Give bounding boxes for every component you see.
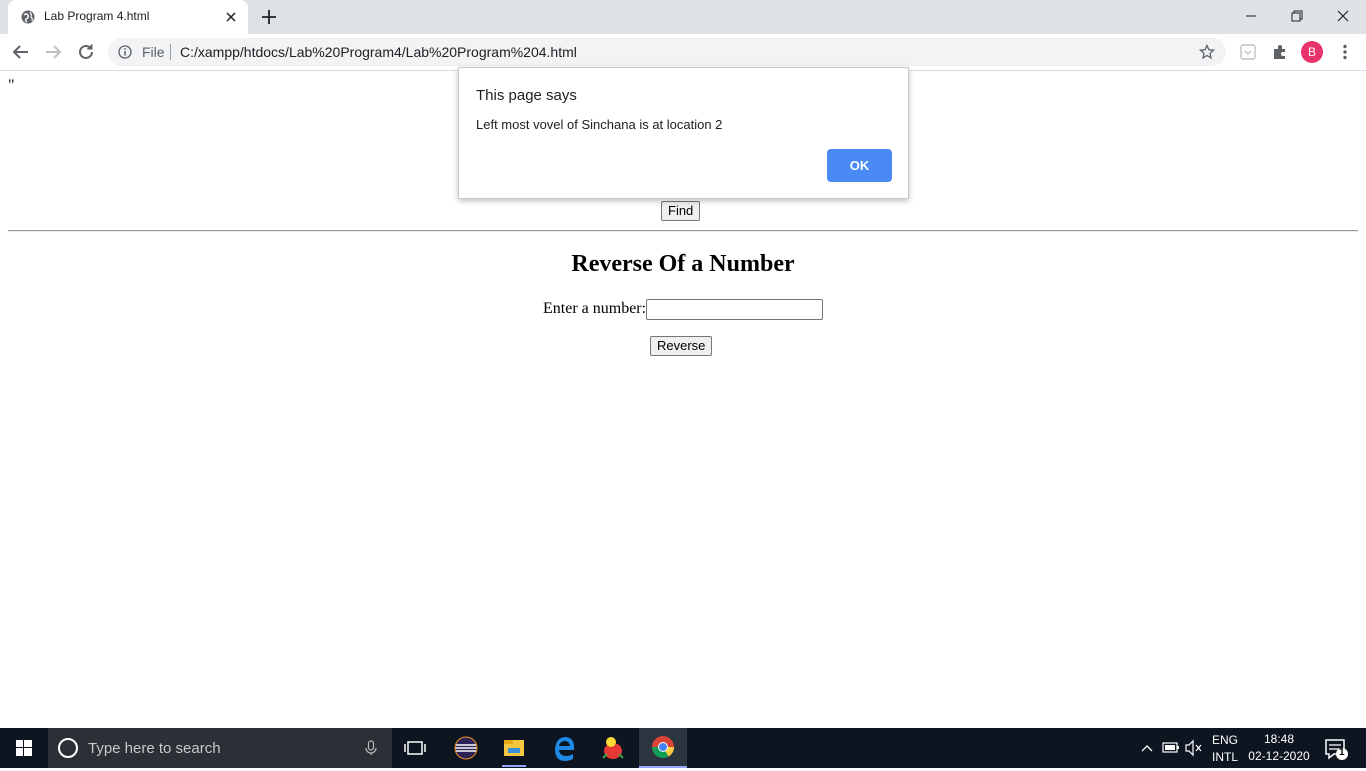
- reverse-button[interactable]: Reverse: [650, 336, 713, 356]
- taskbar: Type here to search ENG INTL 18:48 02-12…: [0, 728, 1366, 768]
- taskbar-search[interactable]: Type here to search: [48, 728, 392, 768]
- address-bar[interactable]: File C:/xampp/htdocs/Lab%20Program4/Lab%…: [108, 38, 1226, 66]
- extensions-puzzle-icon[interactable]: [1271, 43, 1289, 61]
- page-heading: Reverse Of a Number: [571, 251, 795, 277]
- microphone-icon[interactable]: [364, 740, 378, 756]
- extension-save-icon[interactable]: [1239, 43, 1257, 61]
- chrome-icon: [652, 736, 674, 758]
- edge-icon[interactable]: [541, 728, 589, 768]
- notification-icon: [1325, 739, 1348, 760]
- cortana-icon: [58, 738, 78, 758]
- scheme-label: File: [142, 44, 165, 60]
- browser-toolbar: File C:/xampp/htdocs/Lab%20Program4/Lab%…: [0, 34, 1366, 71]
- number-input[interactable]: [646, 299, 823, 320]
- bookmark-star-icon[interactable]: [1199, 44, 1215, 60]
- back-arrow-icon[interactable]: [11, 42, 31, 62]
- more-menu-icon[interactable]: [1336, 43, 1354, 61]
- lang-bottom: INTL: [1212, 750, 1239, 764]
- info-icon[interactable]: [118, 45, 132, 59]
- profile-avatar[interactable]: B: [1301, 41, 1323, 63]
- clock[interactable]: 18:48 02-12-2020: [1246, 728, 1312, 768]
- language-indicator[interactable]: ENG INTL: [1212, 728, 1242, 768]
- notification-count: 1: [1339, 747, 1345, 758]
- volume-muted-icon[interactable]: [1184, 728, 1204, 768]
- ok-button[interactable]: OK: [827, 149, 892, 182]
- close-tab-icon[interactable]: [223, 9, 239, 25]
- windows-start-icon[interactable]: [0, 728, 48, 768]
- find-button[interactable]: Find: [661, 201, 701, 221]
- close-window-icon[interactable]: [1333, 6, 1353, 26]
- leftover-text: ": [8, 77, 15, 94]
- reload-icon[interactable]: [76, 42, 96, 62]
- search-placeholder: Type here to search: [88, 740, 221, 757]
- restore-icon[interactable]: [1287, 6, 1307, 26]
- tab-strip: Lab Program 4.html: [0, 0, 1366, 34]
- lang-top: ENG: [1212, 733, 1239, 747]
- tray-chevron-up-icon[interactable]: [1138, 728, 1156, 768]
- forward-arrow-icon[interactable]: [43, 42, 63, 62]
- clock-time: 18:48: [1263, 732, 1295, 746]
- url-text[interactable]: C:/xampp/htdocs/Lab%20Program4/Lab%20Pro…: [180, 44, 577, 60]
- chrome-taskbar-button[interactable]: [639, 728, 687, 768]
- action-center-button[interactable]: 1: [1318, 728, 1358, 768]
- dialog-title: This page says: [476, 87, 577, 104]
- browser-tab[interactable]: Lab Program 4.html: [8, 0, 248, 34]
- file-explorer-icon[interactable]: [490, 728, 538, 768]
- clock-date: 02-12-2020: [1248, 749, 1310, 763]
- number-label: Enter a number:: [543, 300, 647, 317]
- task-view-icon[interactable]: [392, 728, 440, 768]
- minimize-icon[interactable]: [1241, 6, 1261, 26]
- horizontal-rule: [8, 230, 1358, 232]
- battery-icon[interactable]: [1161, 728, 1181, 768]
- alert-dialog: This page says Left most vovel of Sincha…: [458, 67, 909, 199]
- new-tab-icon[interactable]: [260, 8, 278, 26]
- tab-title: Lab Program 4.html: [44, 9, 150, 23]
- dialog-message: Left most vovel of Sinchana is at locati…: [476, 117, 723, 132]
- bug-app-icon[interactable]: [589, 728, 637, 768]
- omnibox-separator: [170, 44, 171, 60]
- globe-icon: [21, 10, 35, 24]
- eclipse-icon[interactable]: [442, 728, 490, 768]
